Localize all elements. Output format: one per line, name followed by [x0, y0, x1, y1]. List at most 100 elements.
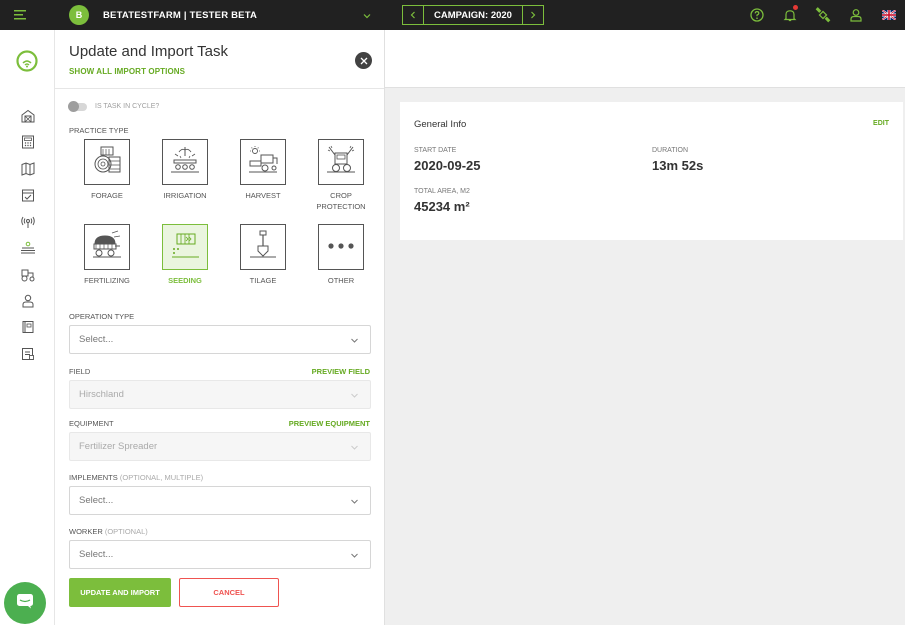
- logo-icon[interactable]: [16, 50, 38, 77]
- practice-type-label: PRACTICE TYPE: [69, 126, 129, 135]
- equipment-value: Fertilizer Spreader: [79, 441, 158, 452]
- calendar-icon[interactable]: [18, 185, 38, 205]
- menu-icon[interactable]: [0, 0, 40, 30]
- chevron-down-icon: [350, 551, 359, 563]
- chevron-down-icon: [350, 443, 359, 455]
- top-icons: [736, 0, 905, 30]
- operation-type-select[interactable]: Select...: [69, 325, 371, 354]
- crop-protection-icon: [325, 144, 357, 181]
- top-bar: B BETATESTFARM | TESTER BETA CAMPAIGN: 2…: [0, 0, 905, 30]
- total-area-label: TOTAL AREA, M2: [414, 188, 470, 195]
- report-icon[interactable]: [18, 344, 38, 364]
- worker-select[interactable]: Select...: [69, 540, 371, 569]
- practice-label: OTHER: [327, 276, 355, 285]
- total-area-value: 45234 m²: [414, 199, 470, 214]
- import-task-panel: Update and Import Task SHOW ALL IMPORT O…: [55, 30, 385, 625]
- uk-flag-icon[interactable]: [877, 3, 901, 27]
- field-select[interactable]: Hirschland: [69, 380, 371, 409]
- start-date-label: START DATE: [414, 147, 457, 154]
- farm-name: BETATESTFARM | TESTER BETA: [103, 9, 258, 21]
- equipment-label: EQUIPMENT: [69, 419, 114, 428]
- book-icon[interactable]: [18, 317, 38, 337]
- bell-icon[interactable]: [778, 3, 802, 27]
- practice-harvest[interactable]: HARVEST: [228, 139, 298, 201]
- fertilizing-icon: [91, 229, 123, 266]
- campaign-prev-button[interactable]: [402, 5, 424, 25]
- worker-label: WORKER (OPTIONAL): [69, 527, 148, 536]
- general-info-card: General Info EDIT START DATE 2020-09-25 …: [400, 102, 903, 240]
- cancel-button[interactable]: CANCEL: [179, 578, 279, 607]
- chevron-down-icon: [350, 497, 359, 509]
- content-header: [385, 30, 905, 88]
- more-icon: [325, 238, 357, 256]
- map-icon[interactable]: [18, 159, 38, 179]
- farm-avatar: B: [69, 5, 89, 25]
- calculator-icon[interactable]: [18, 132, 38, 152]
- field-icon[interactable]: [18, 238, 38, 258]
- chevron-down-icon: [362, 8, 372, 26]
- practice-label: IRRIGATION: [163, 191, 207, 200]
- implements-optional-note: (OPTIONAL, MULTIPLE): [119, 473, 204, 482]
- duration-label: DURATION: [652, 147, 689, 154]
- practice-fertilizing[interactable]: FERTILIZING: [72, 224, 142, 286]
- practice-tilage[interactable]: TILAGE: [228, 224, 298, 286]
- barn-icon[interactable]: [18, 106, 38, 126]
- user-icon[interactable]: [844, 3, 868, 27]
- practice-forage[interactable]: FORAGE: [72, 139, 142, 201]
- duration-value: 13m 52s: [652, 158, 704, 173]
- operation-type-value: Select...: [79, 334, 114, 345]
- task-in-cycle-label: IS TASK IN CYCLE?: [95, 103, 160, 110]
- practice-crop-protection[interactable]: CROP PROTECTION: [306, 139, 376, 212]
- implements-label: IMPLEMENTS (OPTIONAL, MULTIPLE): [69, 473, 204, 482]
- chevron-down-icon: [350, 336, 359, 348]
- edit-link[interactable]: EDIT: [873, 120, 889, 127]
- harvest-icon: [247, 144, 279, 181]
- practice-irrigation[interactable]: IRRIGATION: [150, 139, 220, 201]
- show-all-import-options-link[interactable]: SHOW ALL IMPORT OPTIONS: [69, 67, 185, 76]
- campaign-next-button[interactable]: [521, 5, 544, 25]
- practice-label: TILAGE: [249, 276, 277, 285]
- worker-optional-note: (OPTIONAL): [104, 527, 148, 536]
- equipment-select[interactable]: Fertilizer Spreader: [69, 432, 371, 461]
- close-button[interactable]: [355, 52, 372, 69]
- sidebar: [0, 30, 55, 625]
- panel-title: Update and Import Task: [69, 43, 228, 60]
- practice-label: SEEDING: [168, 276, 202, 285]
- implements-select[interactable]: Select...: [69, 486, 371, 515]
- field-value: Hirschland: [79, 389, 124, 400]
- practice-seeding[interactable]: SEEDING: [150, 224, 220, 286]
- practice-label: CROP PROTECTION: [316, 191, 366, 211]
- task-in-cycle-toggle[interactable]: [68, 101, 87, 112]
- chevron-down-icon: [350, 391, 359, 403]
- forage-icon: [91, 144, 123, 181]
- worker-icon[interactable]: [18, 291, 38, 311]
- general-info-title: General Info: [414, 119, 467, 130]
- tilage-icon: [247, 229, 279, 266]
- practice-label: FERTILIZING: [84, 276, 130, 285]
- update-and-import-button[interactable]: UPDATE AND IMPORT: [69, 578, 171, 607]
- field-label: FIELD: [69, 367, 91, 376]
- operation-type-label: OPERATION TYPE: [69, 312, 135, 321]
- seeding-icon: [169, 229, 201, 266]
- practice-other[interactable]: OTHER: [306, 224, 376, 286]
- campaign-label[interactable]: CAMPAIGN: 2020: [424, 5, 522, 25]
- campaign-selector: CAMPAIGN: 2020: [402, 5, 544, 25]
- preview-field-link[interactable]: PREVIEW FIELD: [312, 367, 370, 376]
- implements-value: Select...: [79, 495, 114, 506]
- preview-equipment-link[interactable]: PREVIEW EQUIPMENT: [289, 419, 370, 428]
- practice-label: FORAGE: [91, 191, 123, 200]
- satellite-icon[interactable]: [811, 3, 835, 27]
- practice-label: HARVEST: [245, 191, 281, 200]
- divider: [55, 88, 384, 89]
- notification-dot: [793, 5, 798, 10]
- tractor-icon[interactable]: [18, 265, 38, 285]
- close-icon: [360, 57, 367, 64]
- help-icon[interactable]: [745, 3, 769, 27]
- chat-icon: [16, 593, 34, 614]
- start-date-value: 2020-09-25: [414, 158, 481, 173]
- farm-selector[interactable]: B BETATESTFARM | TESTER BETA: [55, 0, 384, 30]
- irrigation-icon: [169, 144, 201, 181]
- worker-value: Select...: [79, 549, 114, 560]
- sensor-icon[interactable]: [18, 212, 38, 232]
- chat-button[interactable]: [4, 582, 46, 624]
